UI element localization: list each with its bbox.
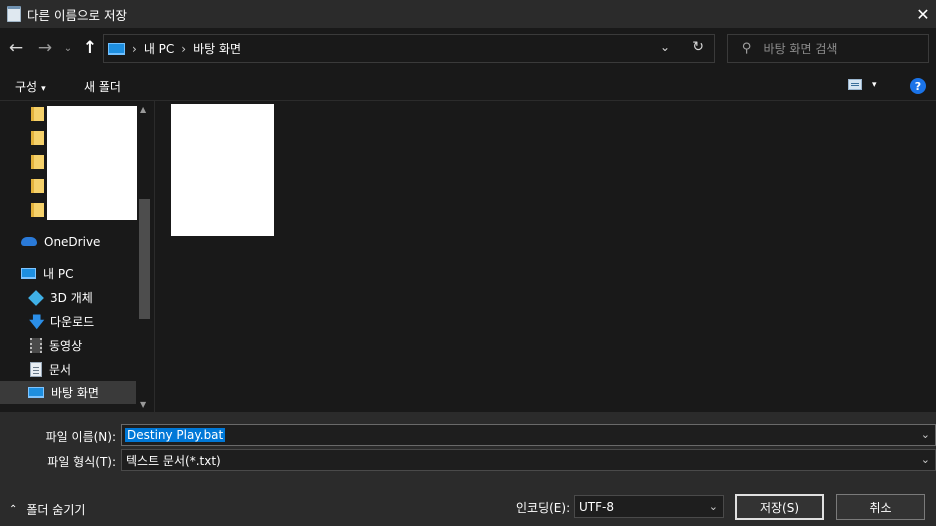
search-icon: ⚲ [742, 41, 752, 56]
folder-icon[interactable] [31, 107, 44, 121]
filename-label: 파일 이름(N): [45, 430, 116, 444]
back-button[interactable]: ← [5, 37, 27, 59]
navigation-scrollbar[interactable]: ▲ ▼ [137, 101, 152, 412]
sidebar-item-label: OneDrive [44, 234, 101, 249]
view-options-icon[interactable] [848, 79, 862, 90]
filename-input[interactable]: Destiny Play.bat ⌄ [121, 424, 936, 446]
sidebar-item-label: 내 PC [43, 267, 74, 281]
download-icon: 🡇 [29, 312, 45, 331]
save-options-panel: 파일 이름(N): Destiny Play.bat ⌄ 파일 형식(T): 텍… [0, 412, 936, 526]
encoding-select[interactable]: UTF-8 ⌄ [574, 495, 724, 518]
up-button[interactable]: ↑ [80, 37, 100, 59]
chevron-up-icon: ⌃ [9, 504, 18, 515]
sidebar-item-documents[interactable]: 문서 [0, 358, 136, 381]
computer-icon [108, 42, 125, 55]
redacted-region [47, 106, 141, 220]
organize-menu-button[interactable]: 구성 ▾ [15, 78, 46, 95]
breadcrumb-desktop[interactable]: 바탕 화면 [193, 40, 241, 57]
save-button[interactable]: 저장(S) [735, 494, 824, 520]
close-button[interactable]: ✕ [910, 0, 936, 28]
filetype-value: 텍스트 문서(*.txt) [126, 453, 221, 468]
3d-objects-icon [28, 289, 44, 306]
breadcrumb-separator: › [181, 41, 187, 56]
sidebar-item-my-pc[interactable]: 내 PC [0, 262, 136, 285]
navigation-pane: OneDrive 내 PC 3D 개체 🡇 다운로드 동영상 문서 바탕 화면 … [0, 101, 155, 412]
folder-icon[interactable] [31, 131, 44, 145]
title-bar: 다른 이름으로 저장 ✕ [0, 0, 936, 28]
chevron-down-icon[interactable]: ⌄ [921, 453, 930, 466]
sidebar-item-3d-objects[interactable]: 3D 개체 [0, 286, 136, 309]
breadcrumb-separator: › [132, 41, 137, 56]
hide-folders-button[interactable]: ⌃ 폴더 숨기기 [9, 501, 85, 518]
new-folder-button[interactable]: 새 폴더 [84, 78, 121, 95]
breadcrumb-my-pc[interactable]: 내 PC [144, 40, 174, 57]
filename-value[interactable]: Destiny Play.bat [125, 428, 226, 442]
search-placeholder: 바탕 화면 검색 [763, 42, 838, 56]
encoding-label: 인코딩(E): [516, 501, 571, 515]
desktop-icon [28, 387, 44, 398]
folder-icon[interactable] [31, 203, 44, 217]
help-button[interactable]: ? [910, 78, 926, 94]
refresh-button[interactable]: ↻ [692, 39, 704, 55]
filetype-label: 파일 형식(T): [47, 455, 116, 469]
view-options-dropdown[interactable]: ▾ [872, 80, 877, 90]
hide-folders-label: 폴더 숨기기 [26, 503, 86, 517]
sidebar-item-label: 바탕 화면 [51, 386, 99, 400]
command-toolbar: 구성 ▾ 새 폴더 ▾ ? [0, 70, 936, 101]
sidebar-item-label: 문서 [49, 363, 72, 377]
address-dropdown-button[interactable]: ⌄ [660, 40, 670, 54]
onedrive-icon [21, 237, 37, 246]
sidebar-item-desktop[interactable]: 바탕 화면 [0, 381, 136, 404]
sidebar-item-label: 다운로드 [50, 315, 95, 329]
organize-label: 구성 [15, 80, 38, 94]
scroll-down-icon[interactable]: ▼ [140, 400, 146, 409]
sidebar-item-onedrive[interactable]: OneDrive [0, 230, 136, 253]
cancel-button[interactable]: 취소 [836, 494, 925, 520]
redacted-region [171, 104, 274, 236]
scroll-up-icon[interactable]: ▲ [140, 105, 146, 114]
filetype-select[interactable]: 텍스트 문서(*.txt) ⌄ [121, 449, 936, 471]
sidebar-item-label: 3D 개체 [50, 291, 93, 305]
sidebar-item-downloads[interactable]: 🡇 다운로드 [0, 310, 136, 333]
document-icon [30, 362, 42, 377]
sidebar-item-videos[interactable]: 동영상 [0, 334, 136, 357]
navigation-bar: ← → ⌄ ↑ › 내 PC › 바탕 화면 ⌄ ↻ ⚲ 바탕 화면 검색 [0, 28, 936, 70]
chevron-down-icon[interactable]: ⌄ [709, 500, 718, 513]
search-input[interactable]: ⚲ 바탕 화면 검색 [727, 34, 929, 63]
folder-icon[interactable] [31, 155, 44, 169]
chevron-down-icon[interactable]: ⌄ [921, 428, 930, 441]
notepad-icon [7, 6, 21, 22]
file-list[interactable] [156, 101, 936, 412]
window-title: 다른 이름으로 저장 [27, 7, 127, 23]
scrollbar-thumb[interactable] [139, 199, 150, 319]
encoding-value: UTF-8 [579, 499, 614, 514]
recent-locations-dropdown[interactable]: ⌄ [60, 37, 76, 59]
computer-icon [21, 268, 36, 279]
video-icon [30, 338, 42, 353]
folder-icon[interactable] [31, 179, 44, 193]
forward-button[interactable]: → [34, 37, 56, 59]
address-bar[interactable]: › 내 PC › 바탕 화면 ⌄ ↻ [103, 34, 715, 63]
chevron-down-icon: ▾ [41, 84, 46, 94]
sidebar-item-label: 동영상 [49, 339, 83, 353]
